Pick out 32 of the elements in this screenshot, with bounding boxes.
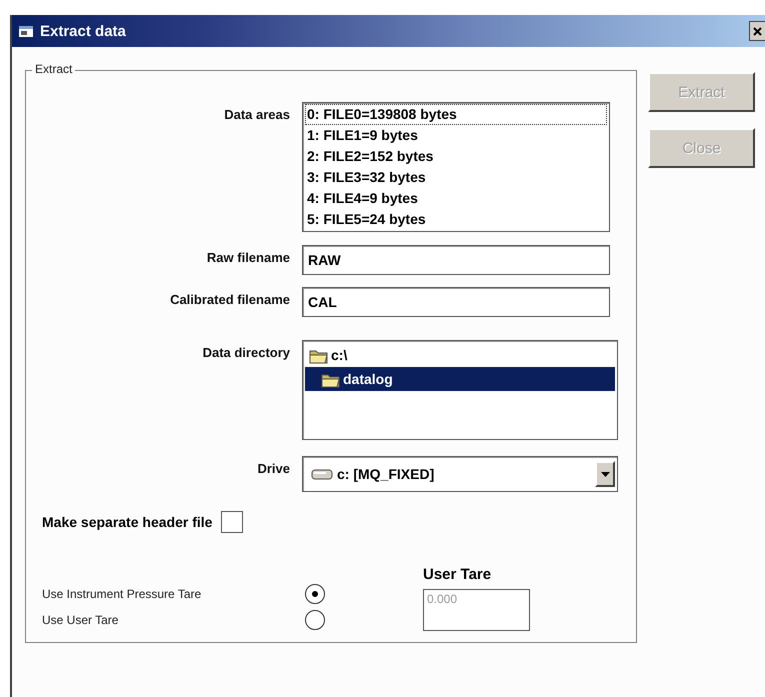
- field-label: Calibrated filename: [170, 291, 290, 307]
- directory-item[interactable]: c:\: [305, 343, 615, 367]
- filename-field[interactable]: CAL: [302, 287, 610, 317]
- field-label: User Tare: [423, 565, 492, 585]
- filename-field[interactable]: RAW: [302, 245, 610, 275]
- data-areas-list[interactable]: 0: FILE0=139808 bytes 1: FILE1=9 bytes 2: FILE2=152 bytes 3: FILE3=32 bytes 4: FILE4=9 bytes 5: FILE5=24 bytes: [302, 102, 610, 232]
- tare-radio-button[interactable]: [305, 610, 325, 630]
- field-label: Data directory: [202, 344, 290, 360]
- header-file-checkbox[interactable]: [221, 511, 244, 533]
- field-label: Drive: [257, 460, 290, 476]
- field-label: Data areas: [224, 106, 290, 122]
- radio-label: Use User Tare: [42, 613, 120, 627]
- dropdown-button[interactable]: [595, 461, 615, 487]
- field-label: Raw filename: [206, 249, 290, 265]
- directory-list[interactable]: c:\ datalog: [302, 340, 618, 440]
- close-icon: [752, 26, 763, 36]
- window-title: Extract data: [40, 22, 126, 40]
- caret-icon: [600, 472, 610, 476]
- list-item[interactable]: 5: FILE5=24 bytes: [305, 209, 607, 230]
- list-item[interactable]: 4: FILE4=9 bytes: [305, 188, 607, 209]
- list-item[interactable]: 0: FILE0=139808 bytes: [305, 104, 607, 125]
- tare-radio-button[interactable]: [305, 584, 325, 604]
- directory-item[interactable]: datalog: [305, 367, 615, 391]
- close-button[interactable]: [749, 21, 765, 41]
- list-item[interactable]: 3: FILE3=32 bytes: [305, 167, 607, 188]
- checkbox-label: Make separate header file: [42, 514, 212, 530]
- radio-label: Use Instrument Pressure Tare: [42, 587, 202, 601]
- group-legend: Extract: [32, 62, 76, 76]
- drive-dropdown[interactable]: c: [MQ_FIXED]: [302, 456, 618, 492]
- list-item[interactable]: 1: FILE1=9 bytes: [305, 125, 607, 146]
- window-icon: [18, 24, 34, 38]
- list-item[interactable]: 2: FILE2=152 bytes: [305, 146, 607, 167]
